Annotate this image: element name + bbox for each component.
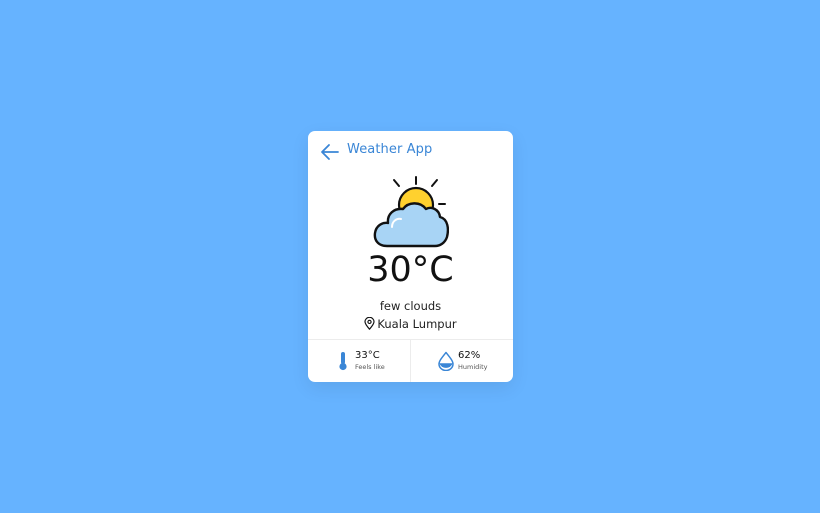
temperature: 30°C [367,250,454,290]
header: Weather App [308,131,513,173]
weather-stats: 33°C Feels like 62% Humidity [308,339,513,382]
humidity-stat: 62% Humidity [411,340,513,382]
feels-like-label: Feels like [355,363,385,371]
thermometer-icon [339,352,347,371]
feels-like-stat: 33°C Feels like [308,340,411,382]
weather-card: Weather App 30°C few clouds Kuala Lumpur [308,131,513,382]
humidity-label: Humidity [458,363,488,371]
location-pin-icon [364,317,375,330]
app-title: Weather App [347,142,433,157]
location-name: Kuala Lumpur [377,317,457,331]
sun-behind-cloud-icon [373,176,449,248]
back-arrow-icon[interactable] [320,143,340,161]
weather-description: few clouds [379,299,442,313]
location: Kuala Lumpur [308,317,513,331]
feels-like-value: 33°C [355,350,380,361]
humidity-value: 62% [458,350,481,361]
water-drop-icon [438,351,454,371]
